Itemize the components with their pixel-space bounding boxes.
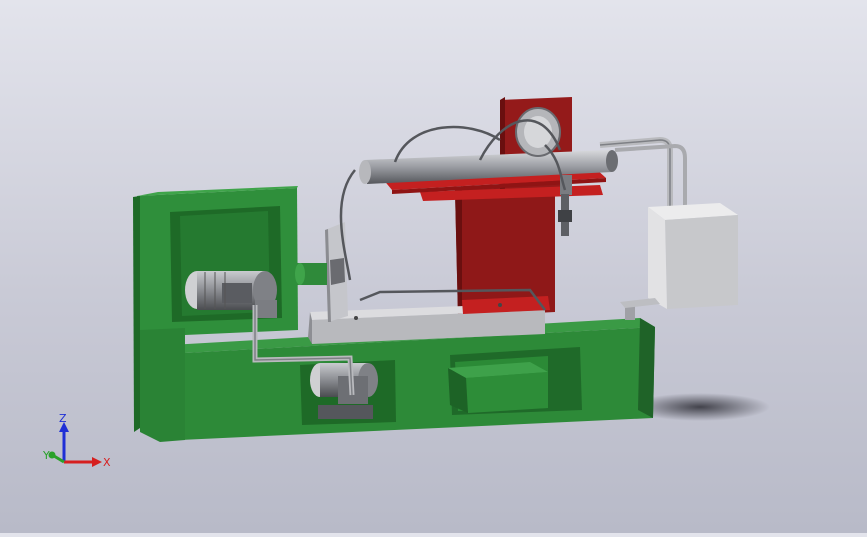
coolant-tank [648, 203, 738, 309]
lower-motor [310, 363, 378, 419]
chuck-plate [295, 222, 348, 322]
cad-viewport[interactable]: Z Y X [0, 0, 867, 533]
machine-model [133, 97, 770, 442]
rotary-disk [515, 107, 561, 157]
crank-handle [620, 298, 660, 320]
x-axis-label: X [103, 456, 111, 469]
y-axis-label: Y [42, 449, 50, 462]
axis-triad: Z Y X [38, 410, 118, 480]
z-axis-label: Z [59, 412, 67, 425]
x-axis-arrowhead [92, 457, 102, 467]
